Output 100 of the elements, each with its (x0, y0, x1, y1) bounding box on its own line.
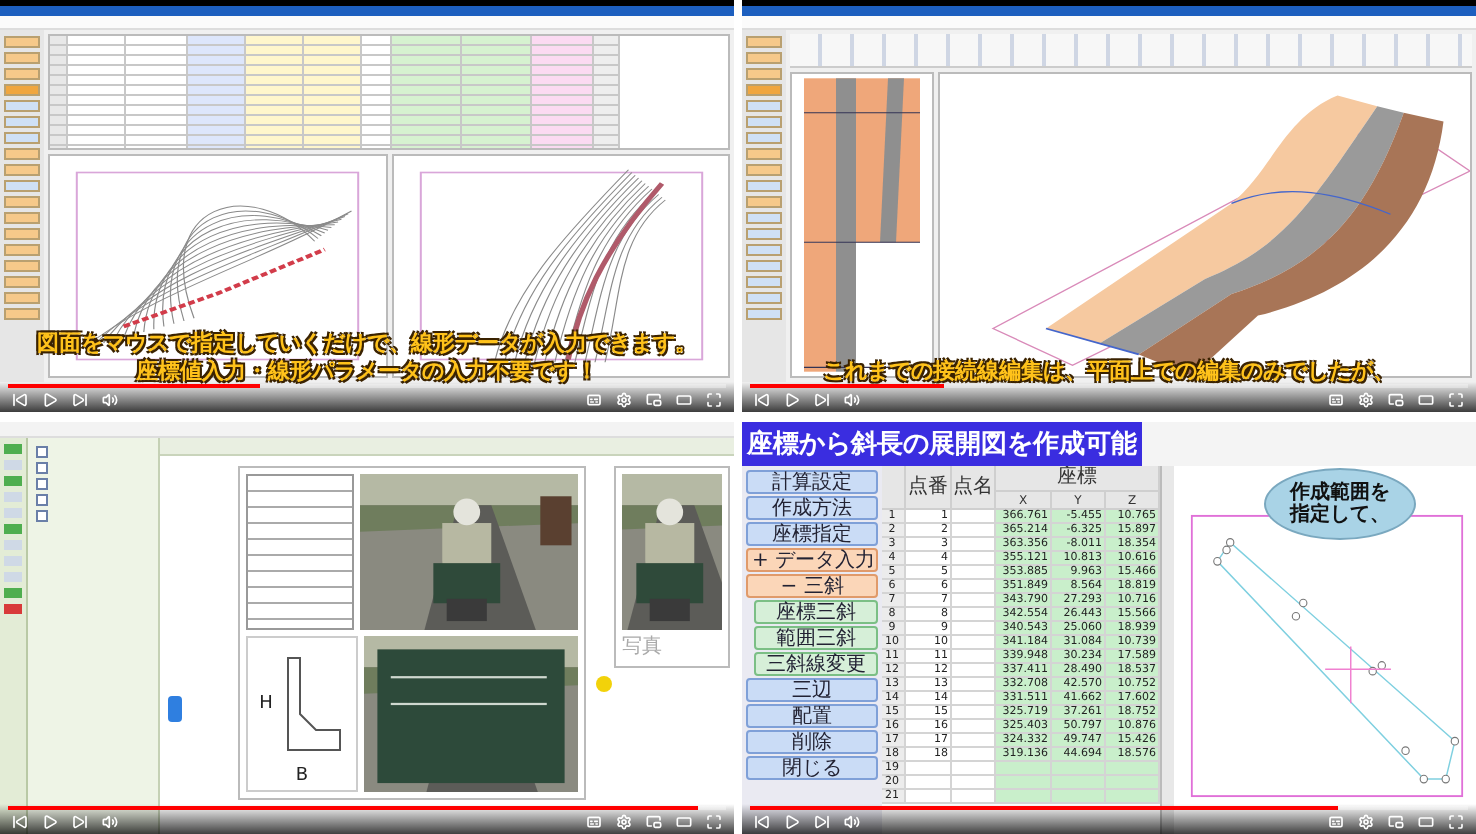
table-cell[interactable] (1106, 762, 1160, 776)
volume-icon[interactable] (844, 392, 860, 408)
sidebar-button[interactable] (4, 196, 40, 208)
table-cell[interactable] (952, 678, 996, 692)
sidebar-button[interactable] (746, 164, 782, 176)
table-cell[interactable] (952, 762, 996, 776)
table-cell[interactable] (952, 538, 996, 552)
sidebar-group[interactable]: − 三斜 (746, 574, 878, 598)
sidebar-button[interactable] (4, 308, 40, 320)
table-cell[interactable] (952, 748, 996, 762)
captions-icon[interactable] (586, 814, 602, 830)
miniplayer-icon[interactable] (1388, 814, 1404, 830)
fullscreen-icon[interactable] (1448, 392, 1464, 408)
table-cell[interactable] (952, 580, 996, 594)
sidebar-subitem[interactable]: 範囲三斜 (754, 626, 878, 650)
sidebar-button[interactable] (4, 148, 40, 160)
video-frame[interactable]: H B 写真 (0, 422, 734, 834)
previous-icon[interactable] (754, 392, 770, 408)
table-cell[interactable] (952, 734, 996, 748)
sidebar-button[interactable] (4, 132, 40, 144)
sidebar-button[interactable] (4, 36, 40, 48)
sidebar-button[interactable]: 座標指定 (746, 522, 878, 546)
volume-icon[interactable] (102, 392, 118, 408)
volume-icon[interactable] (844, 814, 860, 830)
table-cell[interactable] (906, 776, 952, 790)
sidebar-button[interactable]: 配置 (746, 704, 878, 728)
sidebar-button[interactable] (746, 196, 782, 208)
theater-icon[interactable] (676, 814, 692, 830)
sidebar-button[interactable] (4, 164, 40, 176)
settings-icon[interactable] (616, 814, 632, 830)
table-cell[interactable] (952, 524, 996, 538)
sidebar-button[interactable] (746, 68, 782, 80)
captions-icon[interactable] (1328, 814, 1344, 830)
sidebar-button[interactable] (4, 68, 40, 80)
sidebar-button[interactable] (746, 52, 782, 64)
next-icon[interactable] (72, 392, 88, 408)
volume-icon[interactable] (102, 814, 118, 830)
table-cell[interactable] (906, 790, 952, 804)
previous-icon[interactable] (754, 814, 770, 830)
sidebar-button[interactable] (4, 292, 40, 304)
sidebar-button[interactable]: 削除 (746, 730, 878, 754)
table-cell[interactable] (1052, 776, 1106, 790)
sidebar-button[interactable] (746, 276, 782, 288)
sidebar-button[interactable] (746, 116, 782, 128)
table-cell[interactable] (952, 650, 996, 664)
sidebar-button[interactable] (4, 276, 40, 288)
sidebar-button[interactable] (4, 116, 40, 128)
table-cell[interactable] (1052, 762, 1106, 776)
checkbox[interactable] (36, 446, 48, 458)
table-cell[interactable] (952, 510, 996, 524)
table-cell[interactable] (906, 762, 952, 776)
next-icon[interactable] (72, 814, 88, 830)
checkbox[interactable] (36, 510, 48, 522)
play-icon[interactable] (784, 392, 800, 408)
sidebar-subitem[interactable]: 三斜線変更 (754, 652, 878, 676)
table-cell[interactable] (952, 790, 996, 804)
checkbox[interactable] (36, 478, 48, 490)
sidebar-button[interactable] (746, 180, 782, 192)
video-frame[interactable] (742, 422, 1476, 834)
next-icon[interactable] (814, 814, 830, 830)
table-cell[interactable] (952, 706, 996, 720)
sidebar-button[interactable] (746, 292, 782, 304)
sidebar-button[interactable] (4, 52, 40, 64)
sidebar-button[interactable] (746, 132, 782, 144)
sidebar-button[interactable] (4, 180, 40, 192)
table-cell[interactable] (952, 692, 996, 706)
theater-icon[interactable] (1418, 814, 1434, 830)
sidebar-button[interactable] (746, 100, 782, 112)
sidebar-button[interactable]: 三辺 (746, 678, 878, 702)
sidebar-button[interactable] (746, 228, 782, 240)
settings-icon[interactable] (616, 392, 632, 408)
sidebar-button[interactable] (4, 244, 40, 256)
sidebar-group[interactable]: + データ入力 (746, 548, 878, 572)
sidebar-button[interactable] (746, 212, 782, 224)
play-icon[interactable] (784, 814, 800, 830)
sidebar-button[interactable]: 計算設定 (746, 470, 878, 494)
scrollbar[interactable] (1162, 466, 1174, 834)
fullscreen-icon[interactable] (706, 392, 722, 408)
sidebar-button[interactable] (746, 36, 782, 48)
table-cell[interactable] (996, 776, 1052, 790)
sidebar-button[interactable] (4, 260, 40, 272)
sidebar-button[interactable] (746, 308, 782, 320)
miniplayer-icon[interactable] (646, 392, 662, 408)
next-icon[interactable] (814, 392, 830, 408)
sidebar-button[interactable] (4, 212, 40, 224)
sidebar-button[interactable] (746, 244, 782, 256)
table-cell[interactable] (1052, 790, 1106, 804)
fullscreen-icon[interactable] (1448, 814, 1464, 830)
theater-icon[interactable] (1418, 392, 1434, 408)
miniplayer-icon[interactable] (646, 814, 662, 830)
sidebar-button[interactable] (4, 228, 40, 240)
fullscreen-icon[interactable] (706, 814, 722, 830)
checkbox[interactable] (36, 494, 48, 506)
table-cell[interactable] (952, 552, 996, 566)
table-cell[interactable] (952, 776, 996, 790)
table-cell[interactable] (952, 636, 996, 650)
table-cell[interactable] (996, 762, 1052, 776)
table-cell[interactable] (952, 608, 996, 622)
table-cell[interactable] (1106, 790, 1160, 804)
previous-icon[interactable] (12, 814, 28, 830)
